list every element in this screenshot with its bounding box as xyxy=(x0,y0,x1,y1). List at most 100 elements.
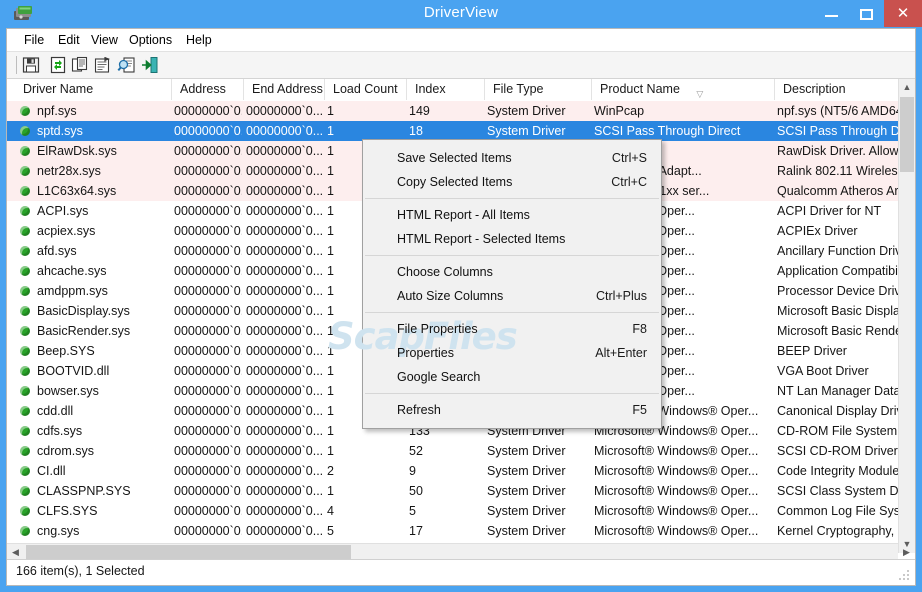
context-menu-item-choose-columns[interactable]: Choose Columns xyxy=(363,260,661,284)
cell-driver: amdppm.sys xyxy=(37,281,172,301)
vertical-scrollbar[interactable]: ▲ ▼ xyxy=(898,79,915,553)
table-row[interactable]: CLFS.SYS00000000`0...00000000`0...45Syst… xyxy=(7,501,898,521)
menu-item-shortcut: F5 xyxy=(632,398,647,422)
column-header-product-name[interactable]: Product Name▽ xyxy=(592,79,775,100)
driver-status-icon xyxy=(20,306,30,316)
cell-description: Qualcomm Atheros Ar8 xyxy=(777,181,902,201)
cell-end-address: 00000000`0... xyxy=(246,481,323,501)
cell-load-count: 4 xyxy=(327,501,405,521)
driver-status-icon xyxy=(20,406,30,416)
cell-address: 00000000`0... xyxy=(174,501,242,521)
cell-end-address: 00000000`0... xyxy=(246,221,323,241)
menu-separator xyxy=(365,393,659,394)
cell-description: Microsoft Basic Display xyxy=(777,301,902,321)
context-menu-item-auto-size-columns[interactable]: Auto Size ColumnsCtrl+Plus xyxy=(363,284,661,308)
exit-toolbar-button[interactable] xyxy=(140,55,162,75)
vertical-scroll-thumb[interactable] xyxy=(900,97,914,172)
cell-address: 00000000`0... xyxy=(174,321,242,341)
cell-address: 00000000`0... xyxy=(174,141,242,161)
table-row[interactable]: CI.dll00000000`0...00000000`0...29System… xyxy=(7,461,898,481)
context-menu-item-html-report-all-items[interactable]: HTML Report - All Items xyxy=(363,203,661,227)
properties-icon xyxy=(93,55,113,75)
cell-driver: BOOTVID.dll xyxy=(37,361,172,381)
cell-address: 00000000`0... xyxy=(174,461,242,481)
save-toolbar-button[interactable] xyxy=(21,55,43,75)
cell-driver: cdd.dll xyxy=(37,401,172,421)
cell-address: 00000000`0... xyxy=(174,121,242,141)
cell-end-address: 00000000`0... xyxy=(246,121,323,141)
driver-status-icon xyxy=(20,206,30,216)
menu-item-shortcut: Ctrl+S xyxy=(612,146,647,170)
table-row[interactable]: cng.sys00000000`0...00000000`0...517Syst… xyxy=(7,521,898,541)
column-header-address[interactable]: Address xyxy=(172,79,244,100)
scroll-right-button[interactable]: ▶ xyxy=(898,544,915,560)
context-menu-item-save-selected-items[interactable]: Save Selected Items Ctrl+S xyxy=(363,146,661,170)
cell-end-address: 00000000`0... xyxy=(246,261,323,281)
menu-options[interactable]: Options xyxy=(122,32,179,49)
driver-status-icon xyxy=(20,126,30,136)
context-menu-item-file-properties[interactable]: File PropertiesF8 xyxy=(363,317,661,341)
column-header-description[interactable]: Description xyxy=(775,79,915,100)
cell-driver: sptd.sys xyxy=(37,121,172,141)
resize-grip-icon[interactable] xyxy=(899,570,911,582)
cell-address: 00000000`0... xyxy=(174,221,242,241)
cell-address: 00000000`0... xyxy=(174,361,242,381)
horizontal-scrollbar[interactable]: ◀ ▶ xyxy=(7,543,898,560)
horizontal-scroll-thumb[interactable] xyxy=(26,545,351,559)
context-menu-item-properties[interactable]: PropertiesAlt+Enter xyxy=(363,341,661,365)
column-header-end-address[interactable]: End Address xyxy=(244,79,325,100)
cell-address: 00000000`0... xyxy=(174,241,242,261)
table-row[interactable]: cdrom.sys00000000`0...00000000`0...152Sy… xyxy=(7,441,898,461)
column-header-file-type[interactable]: File Type xyxy=(485,79,592,100)
context-menu-item-html-report-selected-items[interactable]: HTML Report - Selected Items xyxy=(363,227,661,251)
maximize-button[interactable] xyxy=(849,0,884,27)
cell-address: 00000000`0... xyxy=(174,401,242,421)
table-row[interactable]: sptd.sys00000000`0...00000000`0...118Sys… xyxy=(7,121,898,141)
cell-index: 50 xyxy=(409,481,483,501)
cell-description: Ancillary Function Driv xyxy=(777,241,902,261)
table-row[interactable]: npf.sys00000000`0...00000000`0...1149Sys… xyxy=(7,101,898,121)
cell-description: Common Log File Syst xyxy=(777,501,902,521)
cell-file-type: System Driver xyxy=(487,481,590,501)
scroll-left-button[interactable]: ◀ xyxy=(7,544,24,560)
menu-item-label: HTML Report - All Items xyxy=(397,203,530,227)
minimize-button[interactable] xyxy=(814,0,849,27)
scroll-up-button[interactable]: ▲ xyxy=(899,79,915,96)
copy-toolbar-button[interactable] xyxy=(70,55,92,75)
driver-status-icon xyxy=(20,146,30,156)
find-toolbar-button[interactable] xyxy=(117,55,139,75)
cell-description: SCSI CD-ROM Driver xyxy=(777,441,902,461)
menu-item-shortcut: Alt+Enter xyxy=(595,341,647,365)
cell-product: Microsoft® Windows® Oper... xyxy=(594,461,773,481)
column-header-label: File Type xyxy=(493,82,544,96)
close-button[interactable]: ✕ xyxy=(884,0,922,27)
menu-item-shortcut: Ctrl+C xyxy=(611,170,647,194)
context-menu-item-refresh[interactable]: Refresh F5 xyxy=(363,398,661,422)
column-header-label: Load Count xyxy=(333,82,398,96)
cell-end-address: 00000000`0... xyxy=(246,521,323,541)
menu-item-label: Save Selected Items xyxy=(397,146,512,170)
menu-item-label: Refresh xyxy=(397,398,441,422)
context-menu-item-copy-selected-items[interactable]: Copy Selected ItemsCtrl+C xyxy=(363,170,661,194)
refresh-toolbar-button[interactable] xyxy=(48,55,70,75)
cell-product: Microsoft® Windows® Oper... xyxy=(594,521,773,541)
properties-toolbar-button[interactable] xyxy=(93,55,115,75)
cell-end-address: 00000000`0... xyxy=(246,241,323,261)
table-row[interactable]: CLASSPNP.SYS00000000`0...00000000`0...15… xyxy=(7,481,898,501)
menu-item-label: HTML Report - Selected Items xyxy=(397,227,565,251)
cell-description: Kernel Cryptography, N xyxy=(777,521,902,541)
driver-status-icon xyxy=(20,446,30,456)
cell-address: 00000000`0... xyxy=(174,101,242,121)
menu-view[interactable]: View xyxy=(84,32,125,49)
driver-status-icon xyxy=(20,386,30,396)
menu-edit[interactable]: Edit xyxy=(51,32,87,49)
cell-address: 00000000`0... xyxy=(174,521,242,541)
column-header-load-count[interactable]: Load Count xyxy=(325,79,407,100)
column-header-driver-name[interactable]: Driver Name xyxy=(15,79,172,100)
menu-file[interactable]: File xyxy=(17,32,51,49)
context-menu-item-google-search[interactable]: Google Search xyxy=(363,365,661,389)
context-menu[interactable]: ScapFiles Save Selected ItemsCtrl+SCopy … xyxy=(362,139,662,429)
menu-help[interactable]: Help xyxy=(179,32,219,49)
column-header-index[interactable]: Index xyxy=(407,79,485,100)
cell-end-address: 00000000`0... xyxy=(246,301,323,321)
